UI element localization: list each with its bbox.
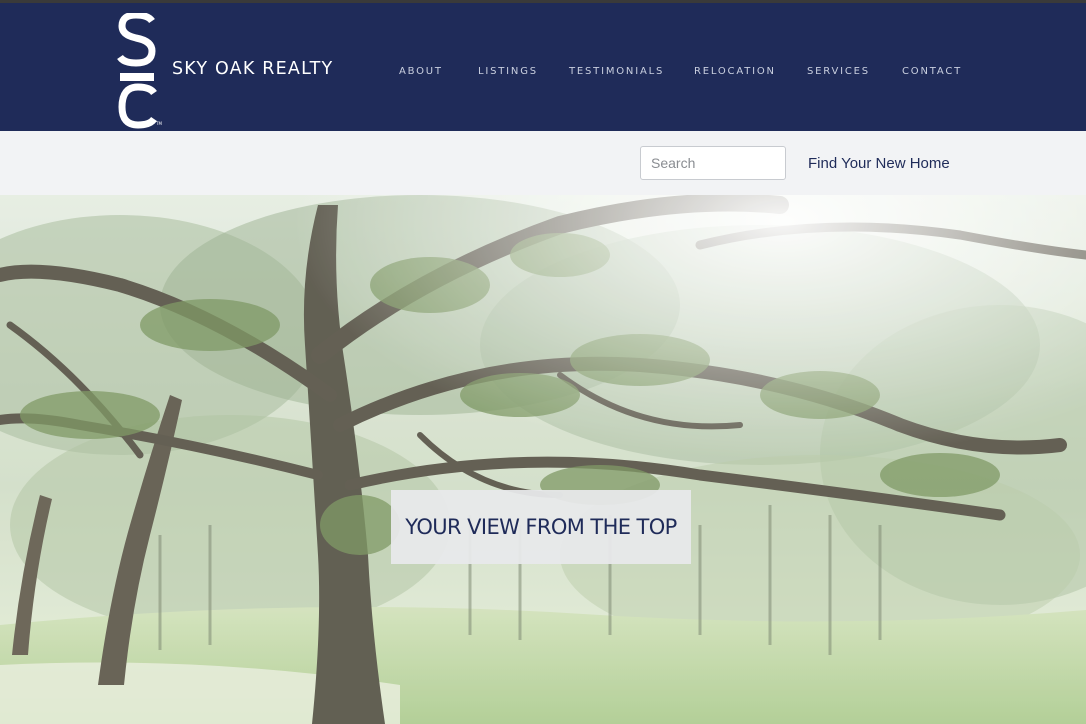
hero-tagline: YOUR VIEW FROM THE TOP [405,515,677,539]
find-your-new-home-link[interactable]: Find Your New Home [808,155,950,172]
hero-banner: YOUR VIEW FROM THE TOP [0,195,1086,724]
nav-about[interactable]: ABOUT [399,66,443,77]
main-nav: ABOUT LISTINGS TESTIMONIALS RELOCATION S… [0,66,1086,82]
nav-listings[interactable]: LISTINGS [478,66,538,77]
nav-contact[interactable]: CONTACT [902,66,962,77]
nav-relocation[interactable]: RELOCATION [694,66,776,77]
site-header: TM SKY OAK REALTY ABOUT LISTINGS TESTIMO… [0,3,1086,131]
nav-services[interactable]: SERVICES [807,66,870,77]
hero-tagline-box: YOUR VIEW FROM THE TOP [391,490,691,564]
nav-testimonials[interactable]: TESTIMONIALS [569,66,664,77]
search-input[interactable] [640,146,786,180]
svg-text:TM: TM [155,121,162,126]
oak-trees-photo [0,195,1086,724]
search-bar-strip: Find Your New Home [0,131,1086,195]
